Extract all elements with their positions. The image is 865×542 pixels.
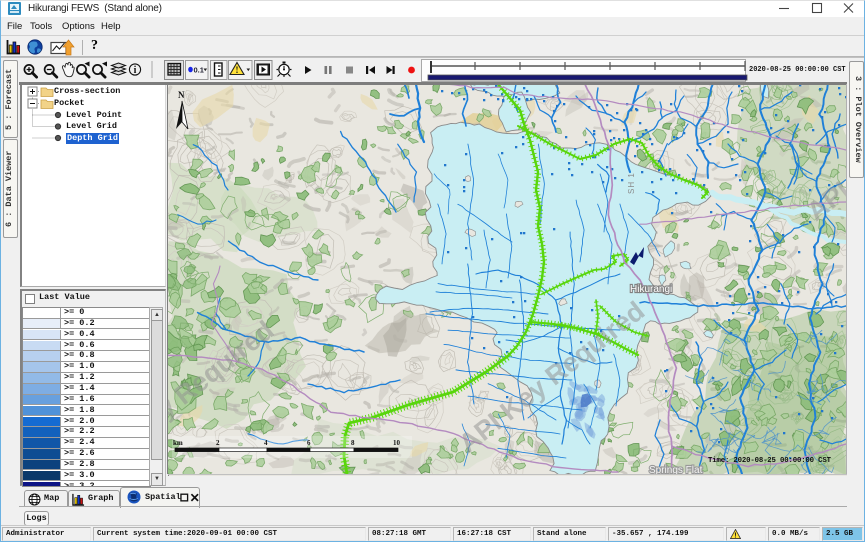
svg-text:Time: 2020-08-25 00:00:00 CST: Time: 2020-08-25 00:00:00 CST xyxy=(708,457,832,465)
svg-text:8: 8 xyxy=(351,439,355,447)
svg-text:4: 4 xyxy=(264,439,268,447)
svg-text:2: 2 xyxy=(216,439,220,447)
svg-text:N: N xyxy=(178,90,185,100)
svg-text:i: i xyxy=(134,65,137,76)
svg-text:km: km xyxy=(173,439,183,447)
svg-text:Hikurangi: Hikurangi xyxy=(630,284,672,295)
svg-text:0.1: 0.1 xyxy=(194,66,204,75)
svg-text:10: 10 xyxy=(393,439,401,447)
svg-text:6: 6 xyxy=(307,439,311,447)
svg-text:SH 1: SH 1 xyxy=(627,172,636,194)
svg-text:!: ! xyxy=(236,65,239,75)
svg-text:Springs Flat: Springs Flat xyxy=(649,465,703,474)
svg-text:!: ! xyxy=(733,533,737,539)
